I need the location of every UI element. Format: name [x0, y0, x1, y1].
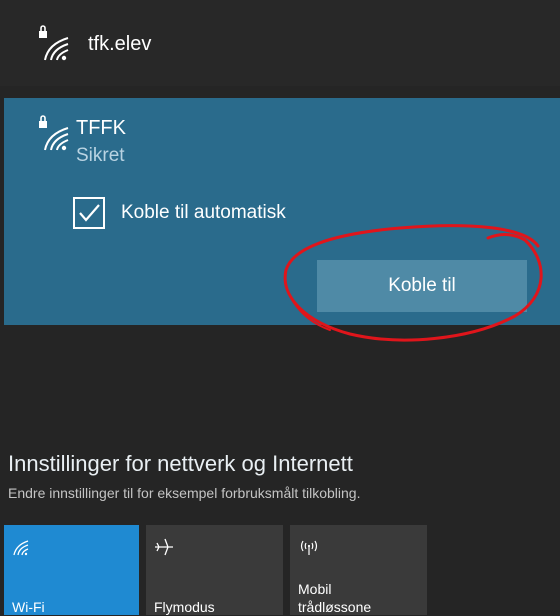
wifi-toggle-tile[interactable]: Wi-Fi	[4, 525, 139, 615]
secured-wifi-icon	[39, 25, 69, 61]
auto-connect-label: Koble til automatisk	[121, 202, 286, 223]
tile-label: Wi-Fi	[12, 599, 45, 615]
network-settings-link[interactable]: Innstillinger for nettverk og Internett	[8, 451, 353, 477]
hotspot-icon	[300, 540, 318, 555]
airplane-mode-tile[interactable]: Flymodus	[146, 525, 283, 615]
tile-label: trådløssone	[298, 599, 372, 615]
mobile-hotspot-tile[interactable]: Mobil trådløssone	[290, 525, 427, 615]
network-item-tfk-elev[interactable]: tfk.elev	[0, 0, 560, 86]
wifi-icon	[13, 540, 29, 556]
checkmark-icon	[79, 204, 100, 222]
auto-connect-checkbox[interactable]	[73, 197, 105, 229]
tile-label: Mobil	[298, 581, 332, 597]
connect-button[interactable]: Koble til	[317, 260, 527, 312]
network-name: TFFK	[76, 117, 126, 139]
airplane-icon	[155, 538, 173, 556]
network-settings-description: Endre innstillinger til for eksempel for…	[8, 485, 361, 501]
secured-wifi-icon	[39, 115, 69, 151]
network-name: tfk.elev	[88, 33, 152, 55]
tile-label: Flymodus	[154, 599, 215, 615]
network-security-status: Sikret	[76, 145, 125, 166]
